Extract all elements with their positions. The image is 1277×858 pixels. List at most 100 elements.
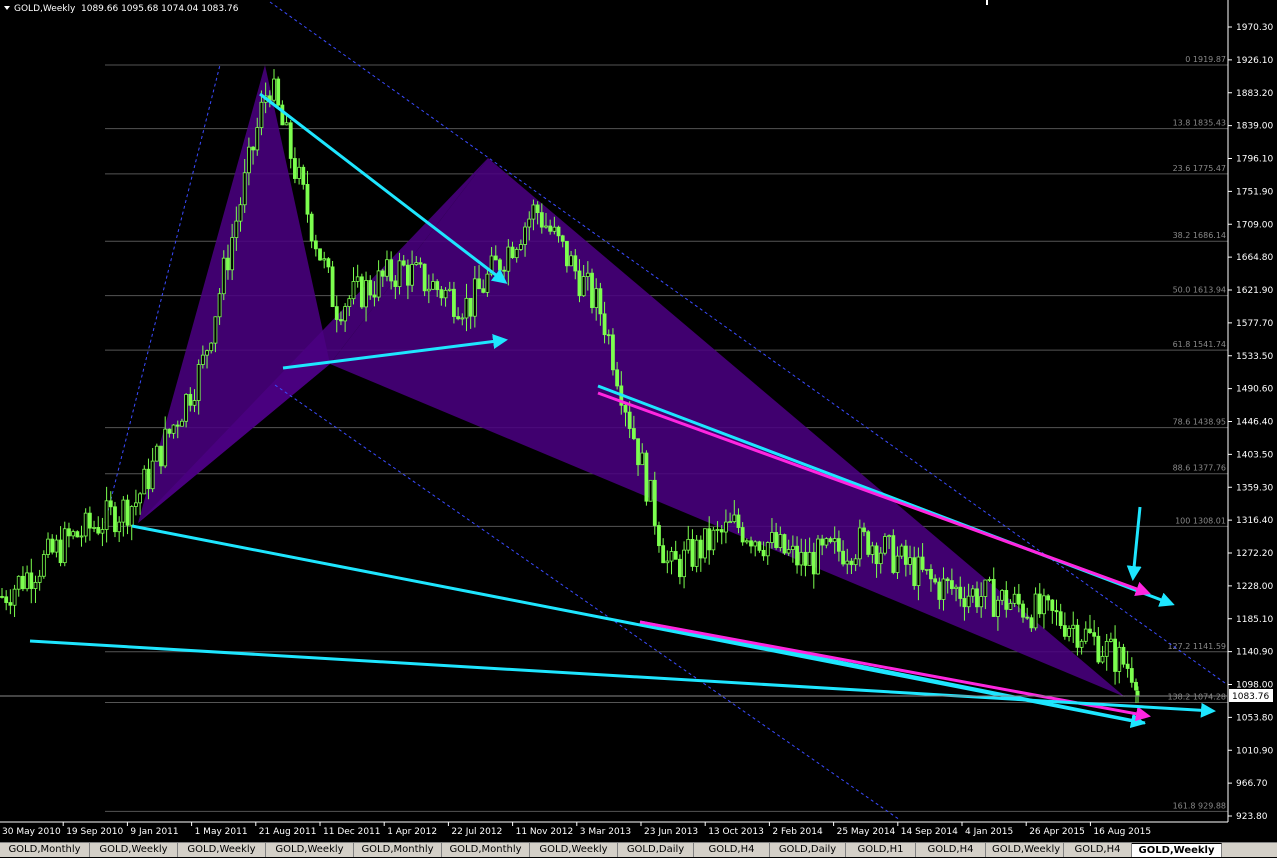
- chart-tab[interactable]: GOLD,Weekly: [986, 843, 1064, 857]
- price-tick-label: 1228.00: [1236, 582, 1273, 592]
- candle: [376, 260, 381, 302]
- fib-level-label: 100 1308.01: [1175, 516, 1226, 525]
- candle: [1134, 678, 1138, 704]
- candle: [288, 120, 293, 169]
- candle: [37, 569, 42, 591]
- candle: [1088, 614, 1092, 634]
- candle: [359, 273, 364, 309]
- time-tick-label: 30 May 2010: [2, 827, 61, 837]
- fib-level-label: 38.2 1686.14: [1173, 231, 1226, 240]
- candle: [301, 164, 306, 190]
- time-tick-label: 2 Feb 2014: [772, 827, 823, 837]
- candle: [25, 565, 30, 592]
- price-tick-label: 1533.50: [1236, 352, 1273, 362]
- fib-level-label: 61.8 1541.74: [1173, 340, 1226, 349]
- candle: [1054, 599, 1059, 626]
- candle: [297, 158, 301, 185]
- candle: [305, 170, 310, 223]
- time-tick-label: 19 Sep 2010: [66, 827, 123, 837]
- candle: [322, 251, 327, 269]
- menu-triangle-icon[interactable]: [4, 6, 10, 10]
- candle: [351, 267, 356, 305]
- time-tick-label: 23 Jun 2013: [644, 827, 698, 837]
- candle: [33, 575, 38, 603]
- candle: [694, 535, 699, 573]
- candle: [113, 501, 117, 538]
- price-tick-label: 1970.30: [1236, 23, 1273, 33]
- price-tick-label: 1185.10: [1236, 615, 1273, 625]
- candle: [138, 491, 142, 515]
- price-tick-label: 1316.40: [1236, 516, 1273, 526]
- price-tick-label: 1664.80: [1236, 253, 1273, 263]
- time-tick-label: 11 Nov 2012: [516, 827, 574, 837]
- time-tick-label: 21 Aug 2011: [259, 827, 317, 837]
- price-tick-label: 1577.70: [1236, 319, 1273, 329]
- candle: [590, 268, 594, 314]
- candle: [1096, 627, 1101, 665]
- candle: [16, 575, 21, 597]
- candle: [326, 257, 331, 273]
- candle: [665, 550, 670, 574]
- candle: [686, 525, 691, 554]
- current-price-label: 1083.76: [1232, 692, 1269, 702]
- candle: [682, 541, 686, 589]
- candle: [1058, 603, 1063, 629]
- price-tick-label: 1839.00: [1236, 122, 1273, 132]
- chart-tab[interactable]: GOLD,Weekly: [90, 843, 178, 857]
- chart-tab[interactable]: GOLD,H4: [694, 843, 770, 857]
- fib-level-label: 50.0 1613.94: [1173, 286, 1226, 295]
- time-tick-label: 14 Sep 2014: [901, 827, 958, 837]
- candle: [100, 517, 105, 547]
- candle: [41, 550, 46, 579]
- fib-level-label: 161.8 929.88: [1173, 801, 1226, 810]
- candle: [677, 554, 682, 585]
- candle: [611, 328, 615, 376]
- candle: [117, 516, 122, 543]
- candle: [1117, 641, 1122, 684]
- price-tick-label: 1140.90: [1236, 648, 1273, 658]
- candle: [129, 505, 134, 541]
- candle: [782, 533, 787, 555]
- candle: [87, 506, 92, 541]
- price-tick-label: 1446.40: [1236, 418, 1273, 428]
- cyan-vertical-arrow[interactable]: [1126, 506, 1142, 581]
- fib-level-label: 23.6 1775.47: [1173, 164, 1226, 173]
- chart-tab[interactable]: GOLD,Weekly: [266, 843, 354, 857]
- price-tick-label: 1796.10: [1236, 155, 1273, 165]
- candle: [0, 587, 4, 599]
- chart-tab[interactable]: GOLD,Weekly: [178, 843, 266, 857]
- price-chart[interactable]: 0 1919.87 13.8 1835.43 23.6 1775.47 38.2 16…: [0, 0, 1277, 856]
- price-tick-label: 923.80: [1236, 812, 1268, 822]
- candle: [75, 530, 80, 538]
- candle: [669, 546, 674, 575]
- price-tick-label: 1751.90: [1236, 187, 1273, 197]
- time-tick-label: 13 Oct 2013: [708, 827, 764, 837]
- candle: [757, 540, 762, 553]
- candle: [1121, 643, 1126, 668]
- fib-level-label: 127.2 1141.59: [1167, 642, 1226, 651]
- candle: [1062, 612, 1067, 640]
- chart-tab[interactable]: GOLD,Weekly: [1132, 843, 1222, 857]
- candle: [707, 516, 712, 565]
- chart-tab[interactable]: GOLD,H4: [1064, 843, 1132, 857]
- chart-tab[interactable]: GOLD,Monthly: [354, 843, 442, 857]
- candle: [50, 534, 55, 555]
- candle: [150, 447, 155, 493]
- ohlc-label: 1089.66 1095.68 1074.04 1083.76: [81, 4, 239, 14]
- chart-tab[interactable]: GOLD,Monthly: [0, 843, 90, 857]
- candle: [355, 264, 360, 288]
- chart-tab[interactable]: GOLD,H4: [916, 843, 986, 857]
- chart-tab[interactable]: GOLD,H1: [846, 843, 916, 857]
- candle: [21, 566, 25, 592]
- candle: [1050, 599, 1055, 624]
- chart-tab[interactable]: GOLD,Daily: [618, 843, 694, 857]
- candle: [1092, 620, 1097, 646]
- candle: [1125, 650, 1130, 678]
- candle: [309, 211, 314, 249]
- candle: [1083, 621, 1088, 645]
- symbol-label: GOLD,Weekly: [14, 4, 76, 14]
- chart-tab[interactable]: GOLD,Monthly: [442, 843, 530, 857]
- chart-tab[interactable]: GOLD,Daily: [770, 843, 846, 857]
- candle: [422, 263, 427, 297]
- chart-tab[interactable]: GOLD,Weekly: [530, 843, 618, 857]
